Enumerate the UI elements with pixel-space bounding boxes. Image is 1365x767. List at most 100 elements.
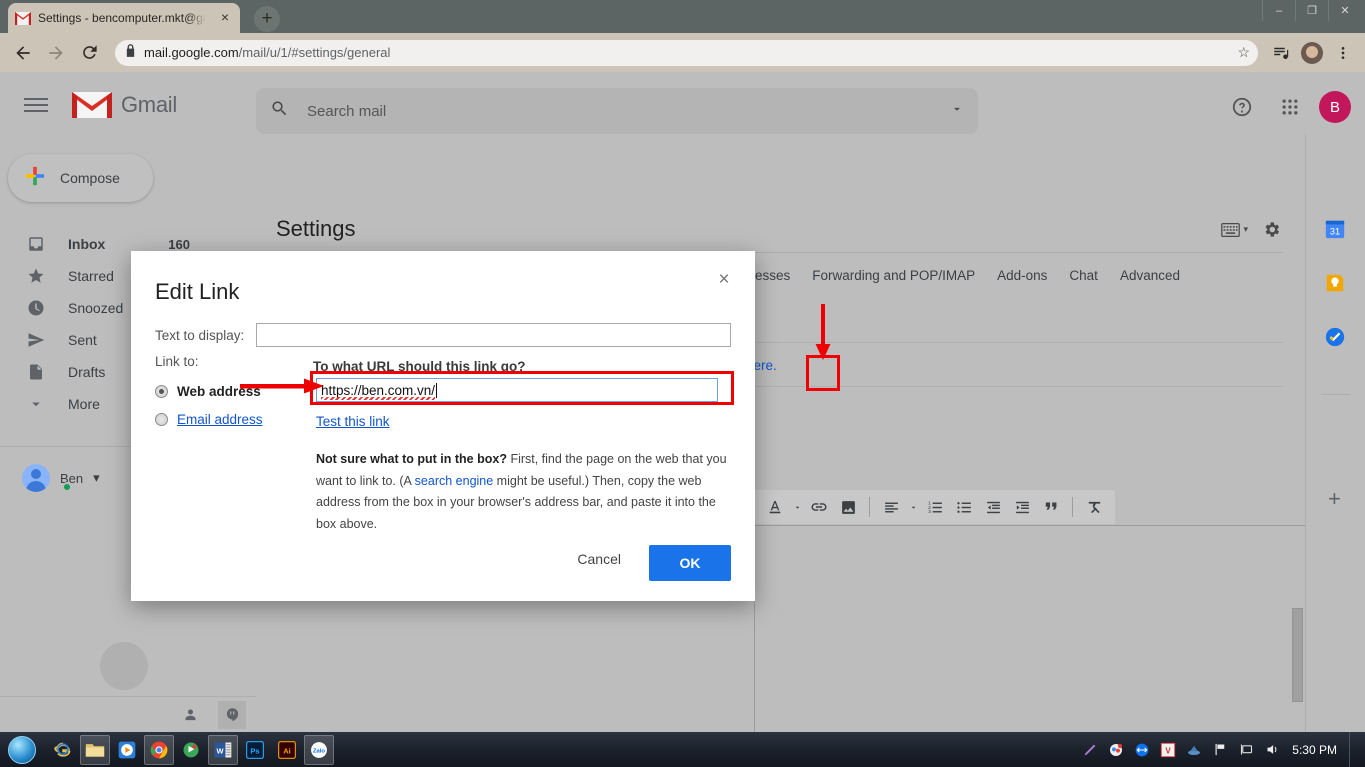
tasks-icon[interactable] (1324, 326, 1348, 350)
profile-avatar[interactable] (1298, 39, 1326, 67)
forward-button[interactable] (41, 38, 71, 68)
browser-window: Settings - bencomputer.mkt@gm × + – ❐ ✕ … (0, 0, 1365, 732)
account-avatar[interactable]: B (1319, 91, 1351, 123)
chat-placeholder-icon (100, 642, 148, 690)
page-title: Settings (276, 216, 356, 241)
reading-list-icon[interactable] (1267, 39, 1295, 67)
text-to-display-input[interactable] (256, 323, 731, 347)
roku-icon[interactable] (1106, 740, 1126, 760)
tab-advanced[interactable]: Advanced (1120, 260, 1180, 293)
test-this-link[interactable]: Test this link (316, 414, 390, 429)
zalo-icon[interactable]: Zalo (304, 734, 334, 765)
pen-icon[interactable] (1080, 740, 1100, 760)
search-mail-input[interactable]: Search mail (256, 88, 978, 134)
svg-text:V: V (1166, 746, 1172, 755)
tab-add-ons[interactable]: Add-ons (997, 260, 1047, 293)
option-label: Web address (177, 383, 261, 399)
gear-icon[interactable] (1262, 220, 1281, 239)
close-icon[interactable]: × (711, 267, 737, 293)
taskbar-clock[interactable]: 5:30 PM (1292, 743, 1337, 757)
tab-close-icon[interactable]: × (217, 10, 233, 26)
ok-button[interactable]: OK (649, 545, 731, 581)
option-label: Email address (177, 411, 263, 427)
volume-icon[interactable] (1262, 740, 1282, 760)
align-icon[interactable] (878, 494, 904, 520)
chrome-icon[interactable] (144, 734, 174, 765)
tab-chat[interactable]: Chat (1069, 260, 1098, 293)
chevron-down-icon[interactable]: ▾ (93, 470, 100, 486)
word-icon[interactable]: W (208, 734, 238, 765)
scrollbar-thumb[interactable] (1292, 608, 1303, 702)
radio-web-address[interactable] (155, 384, 168, 398)
reload-button[interactable] (74, 38, 104, 68)
bookmark-star-icon[interactable]: ☆ (1237, 44, 1250, 61)
gmail-logo[interactable]: Gmail (72, 90, 177, 120)
bulleted-list-icon[interactable] (951, 494, 977, 520)
file-explorer-icon[interactable] (80, 734, 110, 765)
quote-icon[interactable] (1038, 494, 1064, 520)
search-engine-link[interactable]: search engine (415, 474, 494, 488)
chevron-down-icon[interactable] (950, 102, 964, 121)
contacts-icon[interactable] (176, 701, 204, 729)
indent-less-icon[interactable] (980, 494, 1006, 520)
align-caret[interactable] (907, 494, 919, 520)
draft-icon (26, 363, 46, 381)
chat-bottom-bar (0, 696, 256, 732)
radio-email-address[interactable] (155, 412, 168, 426)
show-desktop-button[interactable] (1349, 732, 1357, 767)
photoshop-icon[interactable]: Ps (240, 735, 270, 765)
v-icon[interactable]: V (1158, 740, 1178, 760)
insert-image-icon[interactable] (835, 494, 861, 520)
calendar-31-icon[interactable]: 31 (1324, 218, 1348, 242)
indent-more-icon[interactable] (1009, 494, 1035, 520)
text-color-icon[interactable] (762, 494, 788, 520)
minimize-button[interactable]: – (1262, 0, 1295, 21)
hangouts-user-row[interactable]: Ben ▾ (22, 464, 100, 492)
browser-tab[interactable]: Settings - bencomputer.mkt@gm × (8, 3, 240, 33)
apps-grid-icon[interactable] (1271, 88, 1309, 126)
chevron-down-icon[interactable]: ▾ (1243, 224, 1248, 235)
help-icon[interactable] (1223, 88, 1261, 126)
numbered-list-icon[interactable]: 123 (922, 494, 948, 520)
star-icon (26, 267, 46, 285)
back-button[interactable] (8, 38, 38, 68)
help-bold: Not sure what to put in the box? (316, 452, 507, 466)
link-to-label: Link to: (155, 354, 199, 369)
tab-forwarding-and-pop-imap[interactable]: Forwarding and POP/IMAP (812, 260, 975, 293)
windows-start-orb[interactable] (0, 733, 44, 767)
chrome-menu-icon[interactable] (1329, 39, 1357, 67)
media-player-icon[interactable] (112, 735, 142, 765)
signature-editor[interactable] (754, 525, 1305, 732)
edit-link-dialog: Edit Link × Text to display: Link to: We… (131, 251, 755, 601)
svg-text:Zalo: Zalo (313, 748, 325, 754)
illustrator-icon[interactable]: Ai (272, 735, 302, 765)
windows-taskbar: W Ps Ai Zalo V 5:30 PM (0, 732, 1365, 767)
teamviewer-icon[interactable] (1132, 740, 1152, 760)
network-icon[interactable] (1184, 740, 1204, 760)
unikey-icon[interactable] (176, 735, 206, 765)
internet-explorer-icon[interactable] (48, 735, 78, 765)
insert-link-icon[interactable] (806, 494, 832, 520)
keep-icon[interactable] (1324, 272, 1348, 296)
keyboard-icon[interactable]: ▾ (1221, 222, 1248, 237)
tab-title: Settings - bencomputer.mkt@gm (38, 11, 210, 25)
main-menu-icon[interactable] (24, 94, 48, 116)
chevron-down-icon (26, 395, 46, 413)
option-email-address[interactable]: Email address (155, 405, 263, 433)
hangouts-icon[interactable] (218, 700, 246, 729)
sidebar-item-label: Snoozed (68, 300, 124, 316)
settings-header-icons: ▾ (1221, 220, 1281, 239)
option-web-address[interactable]: Web address (155, 377, 263, 405)
remove-formatting-icon[interactable] (1081, 494, 1107, 520)
close-window-button[interactable]: ✕ (1328, 0, 1361, 21)
new-tab-button[interactable]: + (254, 6, 280, 32)
flag-icon[interactable] (1210, 740, 1230, 760)
text-color-caret[interactable] (791, 494, 803, 520)
cancel-button[interactable]: Cancel (567, 543, 631, 575)
compose-button[interactable]: Compose (8, 154, 153, 202)
add-plus-icon[interactable]: + (1328, 486, 1341, 512)
maximize-button[interactable]: ❐ (1295, 0, 1328, 21)
address-bar[interactable]: mail.google.com/mail/u/1/#settings/gener… (115, 39, 1258, 66)
url-input[interactable]: https://ben.com.vn/ (316, 378, 718, 402)
display-icon[interactable] (1236, 740, 1256, 760)
